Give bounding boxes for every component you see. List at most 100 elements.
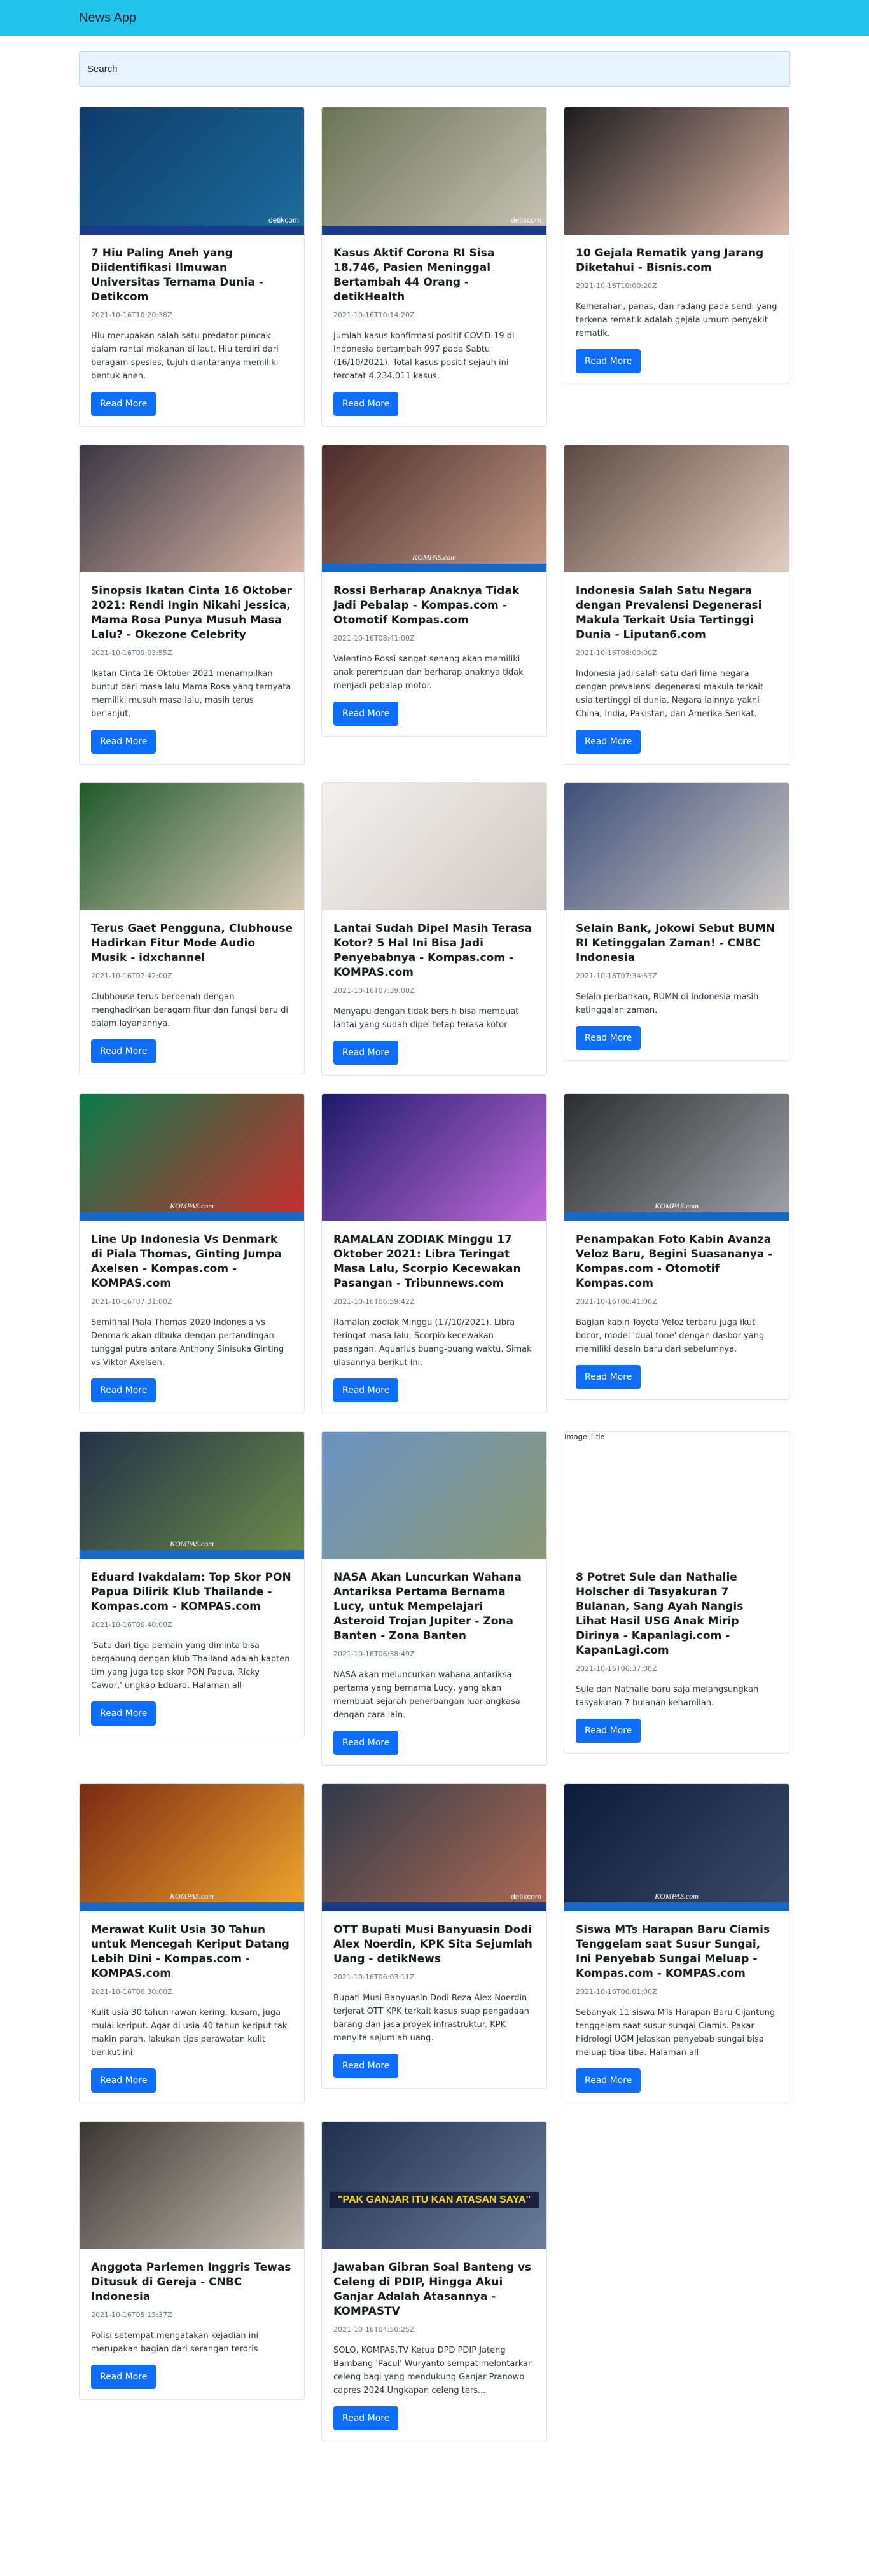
news-date: 2021-10-16T04:50:25Z xyxy=(333,2325,415,2334)
image-watermark: KOMPAS.com xyxy=(655,1201,699,1210)
read-more-button[interactable]: Read More xyxy=(91,2365,156,2389)
read-more-button[interactable]: Read More xyxy=(576,2068,641,2093)
news-image: Image Title xyxy=(564,1432,789,1559)
news-summary: Bagian kabin Toyota Veloz terbaru juga i… xyxy=(576,1318,765,1354)
news-summary: Valentino Rossi sangat senang akan memil… xyxy=(333,654,524,691)
read-more-button[interactable]: Read More xyxy=(576,1719,641,1743)
image-brand-bar xyxy=(80,226,304,235)
news-title: Kasus Aktif Corona RI Sisa 18.746, Pasie… xyxy=(333,247,495,303)
news-date: 2021-10-16T06:40:00Z xyxy=(91,1621,172,1629)
news-summary: Ramalan zodiak Minggu (17/10/2021). Libr… xyxy=(333,1318,532,1368)
news-card: detikcom Kasus Aktif Corona RI Sisa 18.74… xyxy=(321,107,547,427)
read-more-button[interactable]: Read More xyxy=(576,1026,641,1050)
news-image: KOMPAS.com xyxy=(564,1784,789,1911)
image-watermark: detikcom xyxy=(510,216,541,225)
news-title: Eduard Ivakdalam: Top Skor PON Papua Dil… xyxy=(91,1571,291,1613)
news-image xyxy=(80,783,304,910)
read-more-button[interactable]: Read More xyxy=(333,2406,399,2430)
image-watermark: KOMPAS.com xyxy=(170,1201,214,1210)
news-summary: NASA akan meluncurkan wahana antariksa p… xyxy=(333,1670,520,1720)
read-more-button[interactable]: Read More xyxy=(91,2068,156,2093)
card-body: Jawaban Gibran Soal Banteng vs Celeng di… xyxy=(322,2249,546,2441)
news-card: NASA Akan Luncurkan Wahana Antariksa Per… xyxy=(321,1431,547,1766)
news-date: 2021-10-16T06:38:49Z xyxy=(333,1650,415,1658)
news-summary: Selain perbankan, BUMN di Indonesia masi… xyxy=(576,992,759,1015)
news-date: 2021-10-16T06:59:42Z xyxy=(333,1298,415,1306)
news-card: detikcom 7 Hiu Paling Aneh yang Diidentif… xyxy=(79,107,305,427)
news-card: KOMPAS.com Penampakan Foto Kabin Avanza V… xyxy=(564,1093,789,1400)
news-date: 2021-10-16T07:39:00Z xyxy=(333,987,415,995)
read-more-button[interactable]: Read More xyxy=(333,2054,399,2078)
news-title: Terus Gaet Pengguna, Clubhouse Hadirkan … xyxy=(91,922,293,964)
card-body: Siswa MTs Harapan Baru Ciamis Tenggelam … xyxy=(564,1911,789,2103)
news-image xyxy=(322,1432,546,1559)
news-date: 2021-10-16T05:15:37Z xyxy=(91,2311,172,2319)
news-summary: Semifinal Piala Thomas 2020 Indonesia vs… xyxy=(91,1318,284,1368)
news-summary: Menyapu dengan tidak bersih bisa membuat… xyxy=(333,1007,519,1030)
read-more-button[interactable]: Read More xyxy=(576,730,641,754)
app-brand[interactable]: News App xyxy=(79,11,136,25)
news-card: Lantai Sudah Dipel Masih Terasa Kotor? 5… xyxy=(321,782,547,1076)
read-more-button[interactable]: Read More xyxy=(333,1731,399,1755)
image-watermark: KOMPAS.com xyxy=(170,1892,214,1901)
navbar: News App xyxy=(0,0,869,36)
image-watermark: KOMPAS.com xyxy=(412,553,456,562)
card-body: 8 Potret Sule dan Nathalie Holscher di T… xyxy=(564,1559,789,1753)
news-summary: Sebanyak 11 siswa MTs Harapan Baru Cijan… xyxy=(576,2008,775,2058)
news-summary: Kulit usia 30 tahun rawan kering, kusam,… xyxy=(91,2008,288,2058)
card-body: Anggota Parlemen Inggris Tewas Ditusuk d… xyxy=(80,2249,304,2399)
read-more-button[interactable]: Read More xyxy=(91,730,156,754)
news-date: 2021-10-16T06:30:00Z xyxy=(91,1988,172,1996)
news-image xyxy=(564,107,789,235)
read-more-button[interactable]: Read More xyxy=(333,702,399,726)
read-more-button[interactable]: Read More xyxy=(91,1378,156,1402)
read-more-button[interactable]: Read More xyxy=(333,1378,399,1402)
news-image: detikcom xyxy=(80,107,304,235)
image-brand-bar xyxy=(564,1902,789,1911)
news-summary: SOLO, KOMPAS.TV Ketua DPD PDIP Jateng Ba… xyxy=(333,2346,534,2395)
news-card: KOMPAS.com Merawat Kulit Usia 30 Tahun un… xyxy=(79,1783,305,2103)
image-alt-text: Image Title xyxy=(564,1432,605,1441)
news-title: 8 Potret Sule dan Nathalie Holscher di T… xyxy=(576,1571,744,1657)
image-watermark: KOMPAS.com xyxy=(170,1539,214,1548)
read-more-button[interactable]: Read More xyxy=(91,1039,156,1063)
news-image xyxy=(80,445,304,572)
news-title: Indonesia Salah Satu Negara dengan Preva… xyxy=(576,585,762,641)
news-title: NASA Akan Luncurkan Wahana Antariksa Per… xyxy=(333,1571,522,1642)
news-image: detikcom xyxy=(322,1784,546,1911)
news-image xyxy=(322,1094,546,1221)
news-date: 2021-10-16T06:03:11Z xyxy=(333,1973,415,1981)
news-date: 2021-10-16T09:03:55Z xyxy=(91,649,172,657)
image-watermark: KOMPAS.com xyxy=(655,1892,699,1901)
image-brand-bar xyxy=(564,1212,789,1221)
read-more-button[interactable]: Read More xyxy=(333,392,399,416)
news-card: detikcom OTT Bupati Musi Banyuasin Dodi A… xyxy=(321,1783,547,2089)
news-image: "PAK GANJAR ITU KAN ATASAN SAYA" xyxy=(322,2122,546,2249)
news-image: KOMPAS.com xyxy=(80,1094,304,1221)
read-more-button[interactable]: Read More xyxy=(91,1701,156,1726)
card-body: 10 Gejala Rematik yang Jarang Diketahui … xyxy=(564,235,789,384)
news-title: Anggota Parlemen Inggris Tewas Ditusuk d… xyxy=(91,2261,291,2303)
news-date: 2021-10-16T07:31:00Z xyxy=(91,1298,172,1306)
news-summary: Ikatan Cinta 16 Oktober 2021 menampilkan… xyxy=(91,669,291,719)
image-brand-bar xyxy=(322,564,546,572)
search-input[interactable] xyxy=(79,51,790,87)
news-date: 2021-10-16T06:41:00Z xyxy=(576,1298,657,1306)
news-summary: Jumlah kasus konfirmasi positif COVID-19… xyxy=(333,331,515,381)
news-title: Jawaban Gibran Soal Banteng vs Celeng di… xyxy=(333,2261,532,2318)
read-more-button[interactable]: Read More xyxy=(333,1041,399,1065)
news-card: RAMALAN ZODIAK Minggu 17 Oktober 2021: L… xyxy=(321,1093,547,1413)
image-watermark: detikcom xyxy=(268,216,299,225)
news-title: Lantai Sudah Dipel Masih Terasa Kotor? 5… xyxy=(333,922,532,979)
read-more-button[interactable]: Read More xyxy=(91,392,156,416)
news-image: KOMPAS.com xyxy=(80,1432,304,1559)
news-card: Sinopsis Ikatan Cinta 16 Oktober 2021: R… xyxy=(79,445,305,765)
news-title: Selain Bank, Jokowi Sebut BUMN RI Keting… xyxy=(576,922,775,964)
news-card: Selain Bank, Jokowi Sebut BUMN RI Keting… xyxy=(564,782,789,1061)
read-more-button[interactable]: Read More xyxy=(576,1365,641,1389)
news-image: detikcom xyxy=(322,107,546,235)
news-image: KOMPAS.com xyxy=(322,445,546,572)
image-brand-bar xyxy=(322,1902,546,1911)
news-card: "PAK GANJAR ITU KAN ATASAN SAYA" Jawaban … xyxy=(321,2121,547,2441)
read-more-button[interactable]: Read More xyxy=(576,349,641,373)
